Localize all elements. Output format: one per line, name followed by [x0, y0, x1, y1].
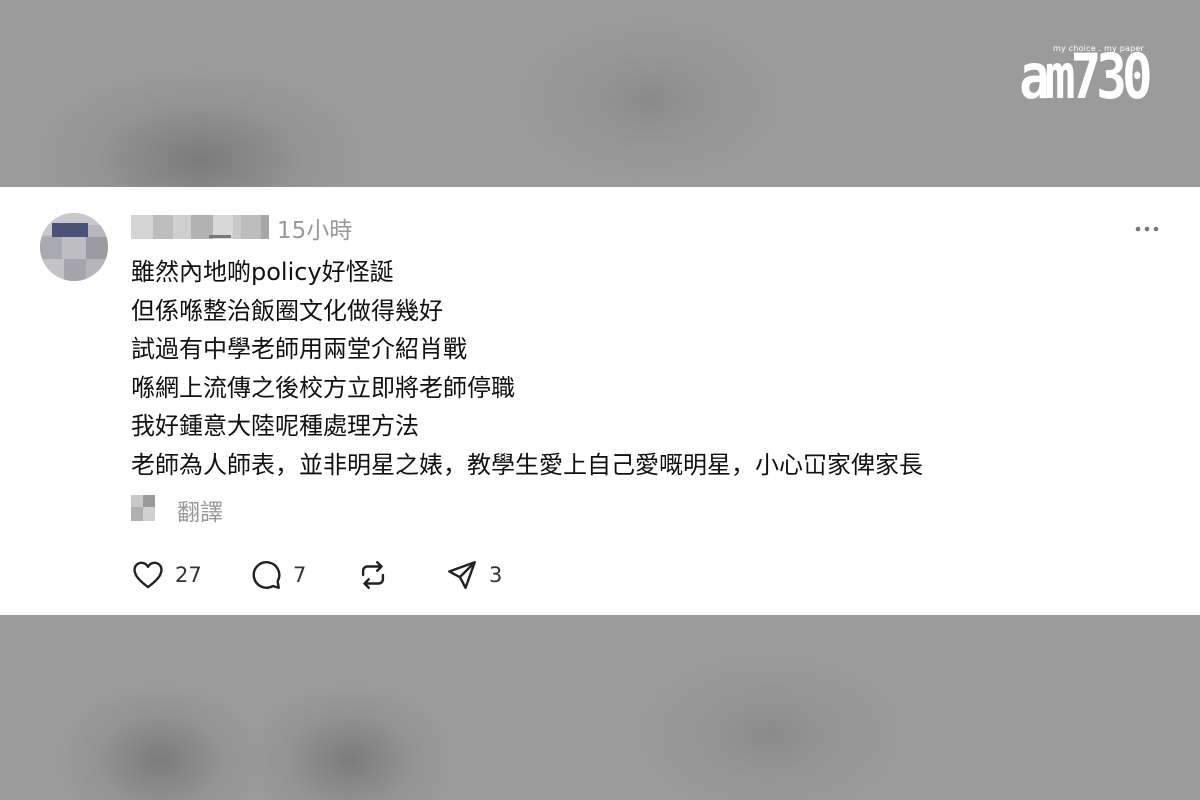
share-count: 3 [489, 563, 503, 587]
more-horizontal-icon [1135, 226, 1159, 232]
repost-button[interactable] [356, 559, 400, 591]
post-line: 老師為人師表，並非明星之婊，教學生愛上自己愛嘅明星，小心冚家俾家長 [131, 450, 923, 479]
post-card: 15小時 雖然內地啲policy好怪誕 但係喺整治飯圈文化做得幾好 試過有中學老… [0, 187, 1200, 615]
repost-icon [361, 561, 385, 589]
send-icon [448, 561, 476, 589]
post-line: 但係喺整治飯圈文化做得幾好 [131, 296, 443, 325]
post-line: 試過有中學老師用兩堂介紹肖戰 [131, 335, 467, 363]
comment-icon [252, 561, 281, 589]
translate-label[interactable]: 翻譯 [177, 493, 223, 527]
like-count: 27 [175, 563, 202, 587]
like-button[interactable]: 27 [131, 559, 202, 591]
post-timestamp: 15小時 [277, 218, 353, 244]
post-line: 喺網上流傳之後校方立即將老師停職 [131, 373, 515, 402]
translate-icon [131, 495, 155, 521]
logo-text: am730 [1019, 40, 1153, 113]
comment-button[interactable]: 7 [249, 559, 306, 591]
comment-count: 7 [293, 563, 307, 587]
more-options-icon[interactable] [1134, 213, 1160, 237]
blurred-background-bottom [0, 615, 1200, 800]
share-button[interactable]: 3 [445, 559, 502, 591]
avatar[interactable] [40, 213, 108, 281]
heart-icon [133, 561, 163, 589]
post-line: 雖然內地啲policy好怪誕 [131, 258, 394, 286]
post-line: 我好鍾意大陸呢種處理方法 [131, 412, 419, 440]
am730-logo: my choice . my paper am730 [963, 36, 1153, 113]
post-body: 雖然內地啲policy好怪誕 但係喺整治飯圈文化做得幾好 試過有中學老師用兩堂介… [131, 253, 1151, 484]
